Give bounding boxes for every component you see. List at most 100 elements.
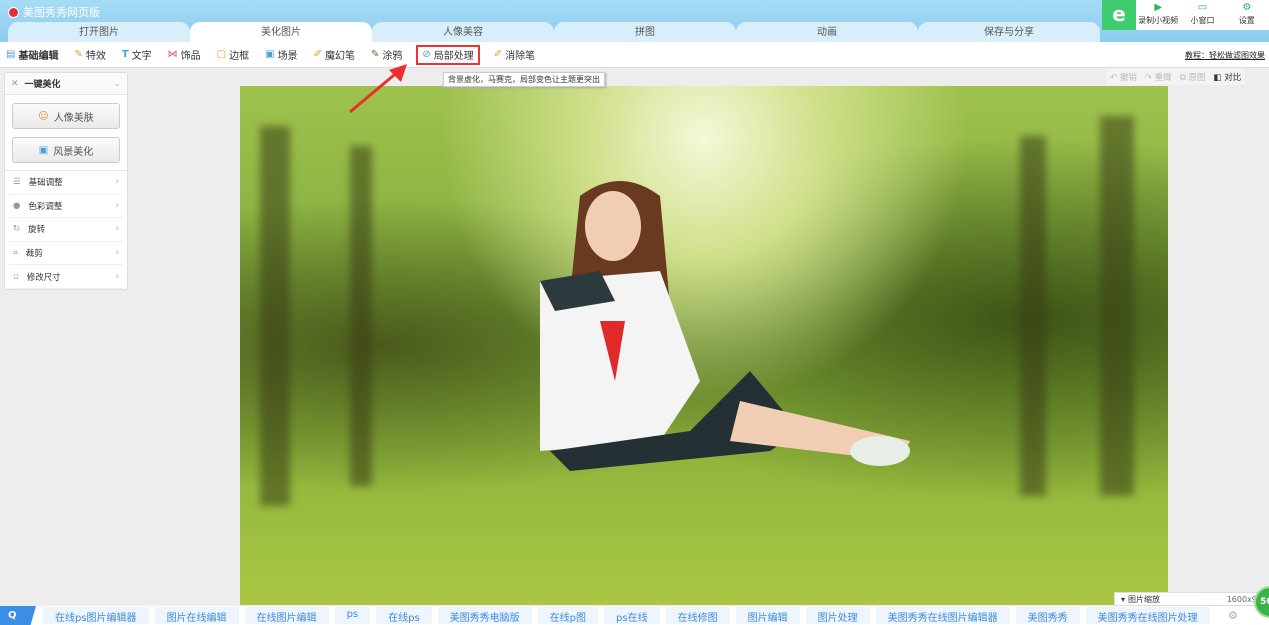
tab-portrait[interactable]: 人像美容	[372, 22, 554, 42]
tool-effects[interactable]: ✎ 特效	[72, 45, 107, 65]
rotate-icon: ↻	[13, 224, 21, 235]
compare-label: 对比	[1224, 73, 1242, 83]
palette-icon: ●	[13, 200, 21, 211]
zoom-label: 图片缩放	[1128, 594, 1161, 604]
search-icon[interactable]: Q	[0, 606, 36, 625]
item-label: 旋转	[28, 225, 46, 236]
tool-label: 文字	[131, 51, 152, 62]
caret-down-icon: ▾	[1121, 594, 1126, 604]
app-title-text: 美图秀秀网页版	[23, 6, 100, 19]
redo-button[interactable]: ↷ 重做	[1145, 71, 1172, 83]
item-label: 修改尺寸	[26, 272, 61, 283]
button-label: 人像美肤	[53, 112, 94, 124]
crop-icon: ⌗	[13, 248, 18, 259]
original-button[interactable]: ⧉ 原图	[1180, 71, 1206, 83]
tutorial-link[interactable]: 教程：轻松做滤图效果	[1185, 50, 1265, 61]
red-arrow-annotation	[345, 62, 415, 120]
sidebar: ✕ 一键美化 ⌄ ☺ 人像美肤 ▣ 风景美化 ☰ 基础调整 › ● 色彩调整 › ↻ 旋转 › ⌗ 裁…	[4, 72, 128, 290]
landscape-beautify-button[interactable]: ▣ 风景美化	[12, 137, 120, 163]
text-icon: T	[121, 49, 129, 60]
tab-collage[interactable]: 拼图	[554, 22, 736, 42]
compare-button[interactable]: ◧ 对比	[1213, 71, 1241, 83]
original-label: 原图	[1188, 73, 1206, 83]
tab-save-share[interactable]: 保存与分享	[918, 22, 1100, 42]
tool-text[interactable]: T 文字	[120, 45, 154, 65]
sidebar-item-resize[interactable]: ▫ 修改尺寸 ›	[9, 265, 123, 289]
redo-label: 重做	[1154, 73, 1172, 83]
undo-button[interactable]: ↶ 撤销	[1110, 71, 1137, 83]
tool-scene[interactable]: ▣ 场景	[263, 45, 299, 65]
footer-links-bar: Q 在线ps图片编辑器 图片在线编辑 在线图片编辑 ps 在线ps 美图秀秀电脑版 在线p图…	[0, 606, 1269, 625]
sidebar-header-label: 一键美化	[24, 80, 61, 90]
footer-link[interactable]: 图片在线编辑	[154, 607, 239, 624]
portrait-beautify-button[interactable]: ☺ 人像美肤	[12, 103, 120, 129]
brush-icon: ✎	[370, 49, 380, 60]
sidebar-item-basic-adjust[interactable]: ☰ 基础调整 ›	[9, 171, 123, 195]
sidebar-item-crop[interactable]: ⌗ 裁剪 ›	[9, 242, 123, 266]
tooltip: 背景虚化，马赛克，局部变色让主题更突出	[443, 72, 605, 87]
sidebar-item-rotate[interactable]: ↻ 旋转 ›	[9, 218, 123, 242]
top-right-panel: e ▶ 录制小视频 ▭ 小窗口 ⚙ 设置	[1102, 0, 1269, 30]
tool-basic-edit[interactable]: ▤ 基础编辑	[4, 45, 60, 65]
landscape-icon: ▣	[38, 144, 49, 156]
chevron-right-icon: ›	[115, 224, 119, 235]
footer-link[interactable]: 美图秀秀在线图片编辑器	[875, 607, 1010, 624]
tool-eraser-pen[interactable]: ✐ 消除笔	[492, 45, 537, 65]
photo-canvas[interactable]	[240, 86, 1168, 605]
chevron-right-icon: ›	[115, 248, 119, 259]
chevron-down-icon: ⌄	[113, 78, 121, 89]
footer-link[interactable]: 图片编辑	[735, 607, 800, 624]
photo-tree	[350, 146, 372, 486]
basic-edit-icon: ▤	[6, 49, 16, 60]
chevron-right-icon: ›	[115, 177, 119, 188]
tool-label: 特效	[85, 51, 106, 62]
app-logo-icon	[8, 6, 19, 18]
tool-label: 局部处理	[433, 51, 474, 62]
settings-button[interactable]: ⚙ 设置	[1225, 0, 1269, 30]
chevron-right-icon: ›	[115, 200, 119, 211]
video-icon: ▶	[1154, 2, 1163, 13]
resize-icon: ▫	[13, 271, 19, 282]
footer-link[interactable]: 在线ps	[376, 607, 432, 624]
undo-label: 撤销	[1119, 73, 1137, 83]
tool-local-processing[interactable]: ⊘ 局部处理	[416, 44, 480, 65]
mini-label: 小窗口	[1190, 16, 1215, 25]
footer-link[interactable]: 在线图片编辑	[244, 607, 329, 624]
magic-wand-icon: ✕	[11, 78, 19, 89]
footer-settings-icon[interactable]: ⚙	[1228, 609, 1238, 622]
footer-link[interactable]: ps	[334, 607, 371, 624]
eraser-pen-icon: ✐	[493, 49, 503, 60]
mini-window-button[interactable]: ▭ 小窗口	[1180, 0, 1224, 30]
sidebar-item-color-adjust[interactable]: ● 色彩调整 ›	[9, 195, 123, 219]
footer-link[interactable]: 在线修图	[665, 607, 730, 624]
footer-link[interactable]: 在线p图	[537, 607, 599, 624]
chevron-right-icon: ›	[115, 271, 119, 282]
tool-label: 饰品	[180, 51, 201, 62]
app-title: 美图秀秀网页版	[8, 4, 100, 20]
item-label: 色彩调整	[28, 201, 63, 212]
tv-icon: ▭	[1197, 2, 1208, 13]
item-label: 裁剪	[25, 249, 43, 260]
tool-frame[interactable]: ▢ 边框	[215, 45, 251, 65]
footer-link[interactable]: ps在线	[604, 607, 660, 624]
footer-link[interactable]: 美图秀秀在线图片处理	[1085, 607, 1210, 624]
tab-open-image[interactable]: 打开图片	[8, 22, 190, 42]
tab-animation[interactable]: 动画	[736, 22, 918, 42]
one-click-beautify-header[interactable]: ✕ 一键美化 ⌄	[5, 73, 127, 95]
tool-label: 场景	[277, 51, 298, 62]
title-bar: 美图秀秀网页版 打开图片 美化图片 人像美容 拼图 动画 保存与分享 e ▶ 录制…	[0, 0, 1269, 42]
tab-beautify[interactable]: 美化图片	[190, 22, 372, 42]
gear-icon: ⚙	[1242, 2, 1252, 13]
tool-label: 消除笔	[505, 51, 536, 62]
footer-link[interactable]: 美图秀秀电脑版	[437, 607, 532, 624]
footer-link[interactable]: 在线ps图片编辑器	[43, 607, 149, 624]
magic-pen-icon: ✐	[313, 49, 322, 60]
settings-label: 设置	[1238, 16, 1255, 25]
footer-link[interactable]: 图片处理	[805, 607, 870, 624]
tool-label: 基础编辑	[18, 51, 59, 62]
footer-link[interactable]: 美图秀秀	[1015, 607, 1080, 624]
record-video-button[interactable]: ▶ 录制小视频	[1136, 0, 1180, 30]
photo-tree	[260, 126, 290, 506]
tool-accessories[interactable]: ⋈ 饰品	[166, 45, 203, 65]
image-zoom-panel[interactable]: ▾ 图片缩放 1600x90	[1114, 592, 1269, 606]
